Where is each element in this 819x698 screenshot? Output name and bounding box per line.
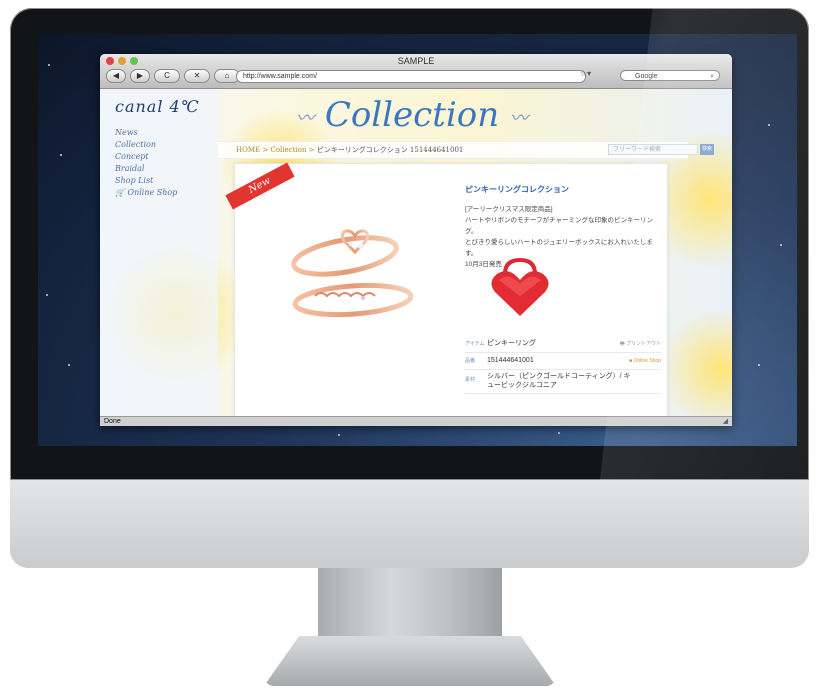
web-page: canal 4℃ News Collection Concept Braidal… bbox=[100, 89, 732, 416]
site-search-input[interactable]: フリーワード検索 bbox=[608, 144, 698, 155]
site-logo[interactable]: canal 4℃ bbox=[115, 97, 200, 116]
home-icon: ⌂ bbox=[224, 71, 230, 80]
online-shop-link[interactable]: ■ Online Shop bbox=[629, 353, 661, 369]
new-badge: New bbox=[225, 162, 295, 210]
desktop-wallpaper: SAMPLE ◀ ▶ C ✕ ⌂ http://www.sample.com/ … bbox=[38, 34, 797, 446]
print-link[interactable]: 🖶 プリントアウト bbox=[620, 336, 661, 352]
breadcrumb-collection[interactable]: Collection bbox=[270, 146, 306, 154]
product-card: New ピンキーリングコレクション [アーリークリスマス限定商品] ハートやリボ… bbox=[225, 162, 668, 416]
nav-item-braidal[interactable]: Braidal bbox=[115, 163, 177, 175]
spec-value: シルバー（ピンクゴールドコーティング）/ キュービックジルコニア bbox=[487, 373, 631, 389]
nav-item-news[interactable]: News bbox=[115, 127, 177, 139]
monitor-stand-foot bbox=[264, 636, 556, 686]
search-icon: ⌕ bbox=[710, 73, 714, 80]
browser-window: SAMPLE ◀ ▶ C ✕ ⌂ http://www.sample.com/ … bbox=[100, 54, 732, 426]
ornament-right-icon: 〰 bbox=[509, 108, 528, 129]
nav-item-shop-list[interactable]: Shop List bbox=[115, 175, 177, 187]
reload-button[interactable]: C bbox=[154, 69, 180, 83]
back-button[interactable]: ◀ bbox=[106, 69, 126, 83]
forward-button[interactable]: ▶ bbox=[130, 69, 150, 83]
nav-item-concept[interactable]: Concept bbox=[115, 151, 177, 163]
description-line: [アーリークリスマス限定商品] bbox=[465, 206, 553, 213]
spec-label: 品番 bbox=[465, 358, 476, 364]
breadcrumb-separator: > bbox=[308, 146, 315, 154]
spec-row-item: アイテム ピンキーリング 🖶 プリントアウト bbox=[465, 336, 661, 353]
forward-arrow-icon: ▶ bbox=[136, 71, 144, 80]
spec-value: 151444641001 bbox=[487, 357, 534, 364]
breadcrumb-bar: HOME > Collection > ピンキーリングコレクション 151444… bbox=[218, 141, 714, 159]
breadcrumb-home[interactable]: HOME bbox=[236, 146, 260, 154]
breadcrumb-current: ピンキーリングコレクション 151444641001 bbox=[316, 146, 464, 154]
reload-icon: C bbox=[164, 71, 170, 80]
monitor-stand-neck bbox=[318, 568, 502, 638]
stop-icon: ✕ bbox=[193, 71, 201, 80]
breadcrumb: HOME > Collection > ピンキーリングコレクション 151444… bbox=[236, 145, 463, 155]
nav-item-collection[interactable]: Collection bbox=[115, 139, 177, 151]
breadcrumb-separator: > bbox=[262, 146, 269, 154]
back-arrow-icon: ◀ bbox=[112, 71, 120, 80]
status-text: Done bbox=[104, 418, 121, 425]
monitor-chin bbox=[10, 480, 809, 568]
address-bar[interactable]: http://www.sample.com/ bbox=[236, 70, 586, 83]
window-title: SAMPLE bbox=[397, 56, 435, 66]
heart-jewelry-box-image bbox=[491, 257, 549, 316]
site-sidebar: canal 4℃ News Collection Concept Braidal… bbox=[100, 89, 218, 416]
browser-toolbar: ◀ ▶ C ✕ ⌂ bbox=[106, 69, 240, 83]
spec-row-number: 品番 151444641001 ■ Online Shop bbox=[465, 353, 661, 370]
spec-row-material: 素材 シルバー（ピンクゴールドコーティング）/ キュービックジルコニア bbox=[465, 370, 661, 394]
spec-label: 素材 bbox=[465, 377, 476, 383]
site-nav: News Collection Concept Braidal Shop Lis… bbox=[115, 127, 177, 199]
spec-value: ピンキーリング bbox=[487, 340, 536, 347]
product-title: ピンキーリングコレクション bbox=[465, 185, 569, 194]
browser-search-input[interactable]: Google ⌕ bbox=[620, 70, 720, 81]
nav-item-online-shop[interactable]: 🛒 Online Shop bbox=[115, 187, 177, 199]
product-specs: アイテム ピンキーリング 🖶 プリントアウト 品番 151444641001 ■… bbox=[465, 336, 661, 394]
browser-titlebar: SAMPLE ◀ ▶ C ✕ ⌂ http://www.sample.com/ … bbox=[100, 54, 732, 89]
site-search-button[interactable]: 検索 bbox=[700, 144, 714, 155]
stop-button[interactable]: ✕ bbox=[184, 69, 210, 83]
rss-bookmark-icon[interactable]: ☆▾ bbox=[580, 69, 591, 78]
page-hero: 〰 Collection 〰 bbox=[296, 95, 528, 135]
ornament-left-icon: 〰 bbox=[296, 108, 314, 129]
search-engine-label: Google bbox=[635, 73, 658, 80]
spec-label: アイテム bbox=[465, 341, 485, 347]
ring-product-image bbox=[291, 229, 414, 318]
description-line: ハートやリボンのモチーフがチャーミングな印象のピンキーリング。 bbox=[465, 217, 654, 235]
page-title: Collection bbox=[324, 95, 500, 135]
browser-statusbar: Done ◢ bbox=[100, 416, 732, 426]
resize-handle-icon[interactable]: ◢ bbox=[723, 417, 728, 426]
